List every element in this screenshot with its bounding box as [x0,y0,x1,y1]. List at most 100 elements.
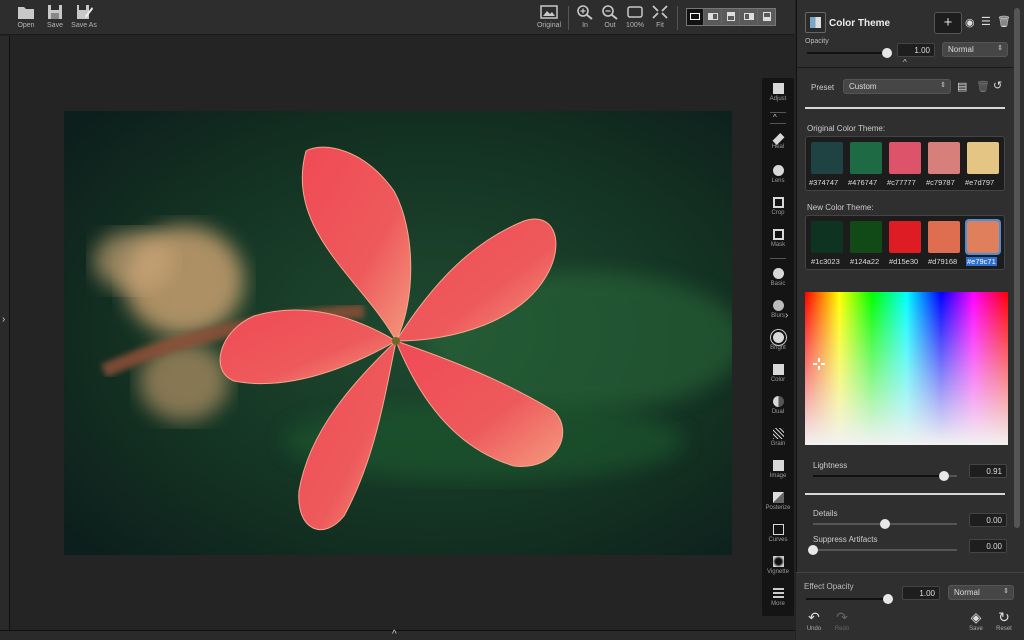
tool-bright[interactable]: Bright [762,329,794,359]
tool-grain[interactable]: Grain [762,425,794,455]
split-horizontal-view-button[interactable] [723,9,740,25]
new-swatch[interactable] [850,221,882,253]
tool-basic[interactable]: Basic [762,265,794,295]
images-icon [772,460,784,471]
chevron-up-icon[interactable]: ^ [773,113,777,122]
add-layer-button[interactable]: + [934,12,962,34]
effect-opacity-slider[interactable] [806,594,893,604]
sun-icon [772,332,784,343]
slider-knob[interactable] [939,471,950,481]
image-canvas[interactable]: Adjust Heal Lens Crop Mask Basic Blurs B… [11,36,795,630]
tool-more[interactable]: More [762,585,794,615]
updown-icon: ⇕ [940,82,946,89]
new-hex-label: #1c3023 [811,257,840,266]
effect-panel: ˇ Color Theme + ◉ ☰ 🗑 Opacity 1.00 Norma… [796,0,1024,640]
delete-layer-button[interactable]: 🗑 [997,15,1011,28]
chevron-down-icon[interactable]: ˇ [907,0,910,7]
original-button[interactable]: Original [529,3,569,33]
stacked-view-button[interactable] [759,9,776,25]
menu-button[interactable]: ☰ [981,15,991,28]
effect-opacity-value[interactable]: 1.00 [902,586,940,600]
side-by-side-view-button[interactable] [741,9,758,25]
undo-button[interactable]: ↶ Undo [804,609,824,632]
toolbar-divider [677,6,678,30]
delete-preset-button[interactable]: 🗑 [976,80,990,93]
original-swatch[interactable] [889,142,921,174]
panel-scrollbar[interactable] [1014,8,1020,528]
reset-preset-button[interactable]: ↺ [993,79,1002,92]
document-icon: ▤ [957,81,968,93]
preset-select[interactable]: Custom ⇕ [843,79,951,94]
crop-icon [772,197,784,208]
tool-dual[interactable]: Dual [762,393,794,423]
suppress-artifacts-value[interactable]: 0.00 [969,539,1007,553]
lightness-slider[interactable] [813,471,957,481]
original-swatch[interactable] [811,142,843,174]
fit-button[interactable]: Fit [640,3,680,33]
split-vertical-view-button[interactable] [705,9,722,25]
tool-mask[interactable]: Mask [762,226,794,256]
tool-image[interactable]: Image [762,457,794,487]
new-hex-label-selected[interactable]: #e79c71 [966,257,997,266]
original-swatch[interactable] [967,142,999,174]
tool-heal[interactable]: Heal [762,130,794,160]
new-swatch[interactable] [889,221,921,253]
save-as-button[interactable]: Save As [64,3,104,33]
tool-posterize[interactable]: Posterize [762,489,794,519]
details-value[interactable]: 0.00 [969,513,1007,527]
save-preset-button[interactable]: ▤ [957,80,967,93]
opacity-value[interactable]: 1.00 [897,43,935,57]
original-swatch[interactable] [928,142,960,174]
trash-icon: 🗑 [976,81,990,93]
updown-icon: ⇕ [1003,588,1009,595]
suppress-artifacts-slider[interactable] [808,545,957,555]
view-mode-selector [686,8,776,26]
reset-effect-button[interactable]: ↻ Reset [994,609,1014,632]
save-as-icon [77,5,93,19]
new-swatch-selected[interactable] [965,219,1001,255]
tool-curves[interactable]: Curves [762,521,794,551]
slider-knob[interactable] [808,545,818,555]
bottom-panel-toggle[interactable]: ^ [0,629,795,640]
collapse-icon[interactable]: ^ [903,58,907,67]
color-layers-icon [772,364,784,375]
effect-blend-mode-select[interactable]: Normal ⇕ [948,585,1014,600]
save-effect-button[interactable]: ◈ Save [966,609,986,632]
redo-button[interactable]: ↷ Redo [832,609,852,632]
left-panel-toggle[interactable]: › [0,36,10,630]
color-picker-cursor-icon [813,358,825,370]
color-theme-thumbnail[interactable] [805,12,826,33]
sliders-icon [772,588,784,599]
color-picker-field[interactable] [805,292,1008,445]
details-slider[interactable] [813,519,957,529]
blend-mode-select[interactable]: Normal ⇕ [942,42,1008,57]
opacity-slider[interactable] [807,48,892,58]
single-view-button[interactable] [687,9,704,25]
slider-knob[interactable] [882,48,892,58]
slider-knob[interactable] [883,594,893,604]
slider-knob[interactable] [880,519,890,529]
redo-icon: ↷ [836,609,848,625]
lightness-value[interactable]: 0.91 [969,464,1007,478]
tool-color[interactable]: Color [762,361,794,391]
tool-crop[interactable]: Crop [762,194,794,224]
visibility-toggle[interactable]: ◉ [965,16,975,29]
chevron-right-icon: › [785,310,789,321]
single-view-icon [690,13,700,20]
new-theme-label: New Color Theme: [807,203,874,212]
tool-vignette[interactable]: Vignette [762,553,794,583]
new-swatch[interactable] [928,221,960,253]
right-panel-toggle[interactable]: › [785,310,788,321]
original-hex-label: #374747 [809,178,839,187]
new-swatch[interactable] [811,221,843,253]
tool-adjust[interactable]: Adjust [762,80,794,110]
original-swatch[interactable] [850,142,882,174]
updown-icon: ⇕ [997,45,1003,52]
top-toolbar: Open Save Save As Original In Out 100% F… [0,0,795,35]
layers-save-icon: ◈ [970,609,982,625]
stacked-view-icon [763,12,771,21]
new-hex-label: #d79168 [928,257,958,266]
tool-blurs[interactable]: Blurs [762,297,794,327]
tool-lens[interactable]: Lens [762,162,794,192]
original-theme-box: #374747 #476747 #c77777 #c79787 #e7d797 [805,136,1005,191]
